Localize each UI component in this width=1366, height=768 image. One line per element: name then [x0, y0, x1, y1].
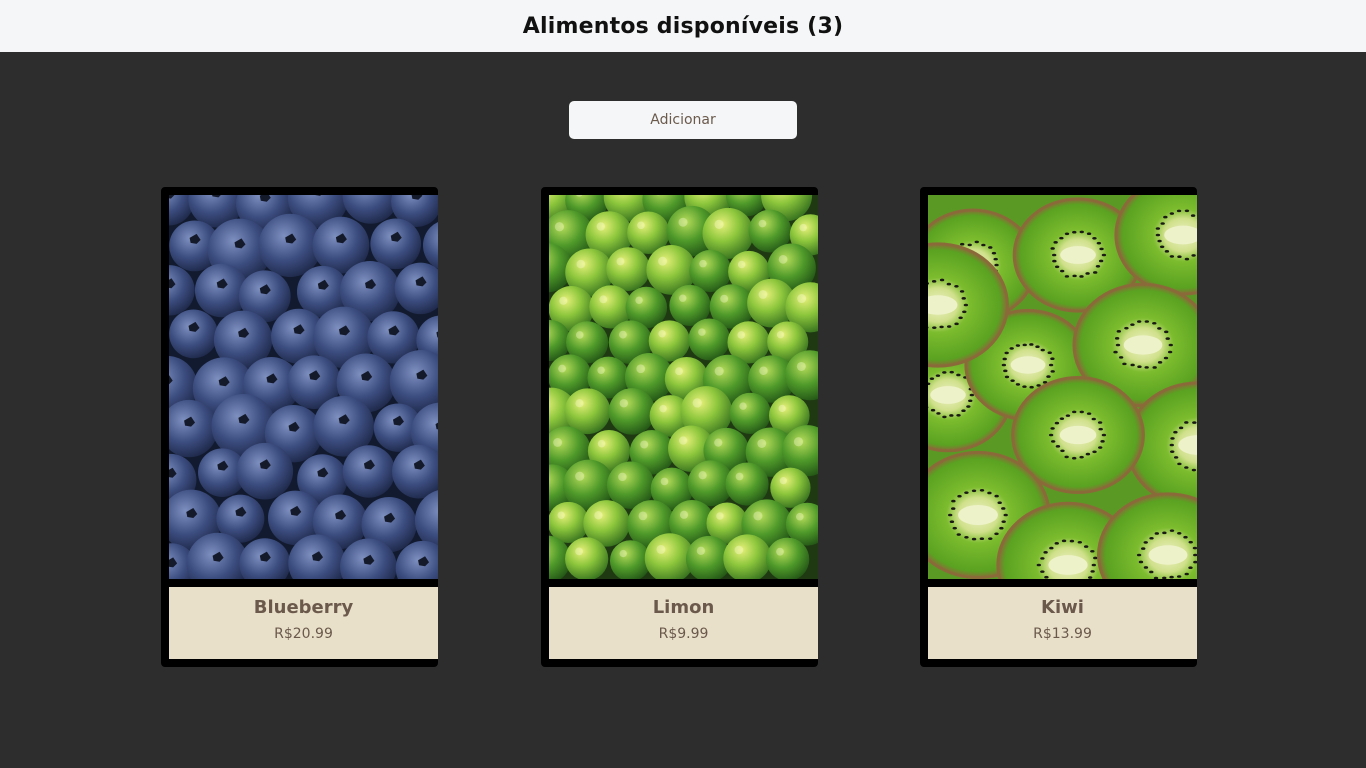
- add-button[interactable]: Adicionar: [569, 101, 797, 139]
- product-card-kiwi[interactable]: Kiwi R$13.99: [920, 187, 1197, 667]
- product-info: Kiwi R$13.99: [928, 587, 1197, 659]
- product-price: R$20.99: [274, 626, 333, 642]
- blueberries-photo: [169, 195, 438, 579]
- kiwi-slices-photo: [928, 195, 1197, 579]
- limes-photo: [549, 195, 818, 579]
- page-title: Alimentos disponíveis (3): [522, 13, 844, 39]
- product-price: R$13.99: [1033, 626, 1092, 642]
- product-price: R$9.99: [658, 626, 709, 642]
- product-name: Kiwi: [1041, 597, 1084, 618]
- product-card-limon[interactable]: Limon R$9.99: [541, 187, 818, 667]
- product-name: Limon: [652, 597, 715, 618]
- product-info: Limon R$9.99: [549, 587, 818, 659]
- product-info: Blueberry R$20.99: [169, 587, 438, 659]
- product-card-blueberry[interactable]: Blueberry R$20.99: [161, 187, 438, 667]
- page-header: Alimentos disponíveis (3): [0, 0, 1366, 52]
- product-name: Blueberry: [253, 597, 354, 618]
